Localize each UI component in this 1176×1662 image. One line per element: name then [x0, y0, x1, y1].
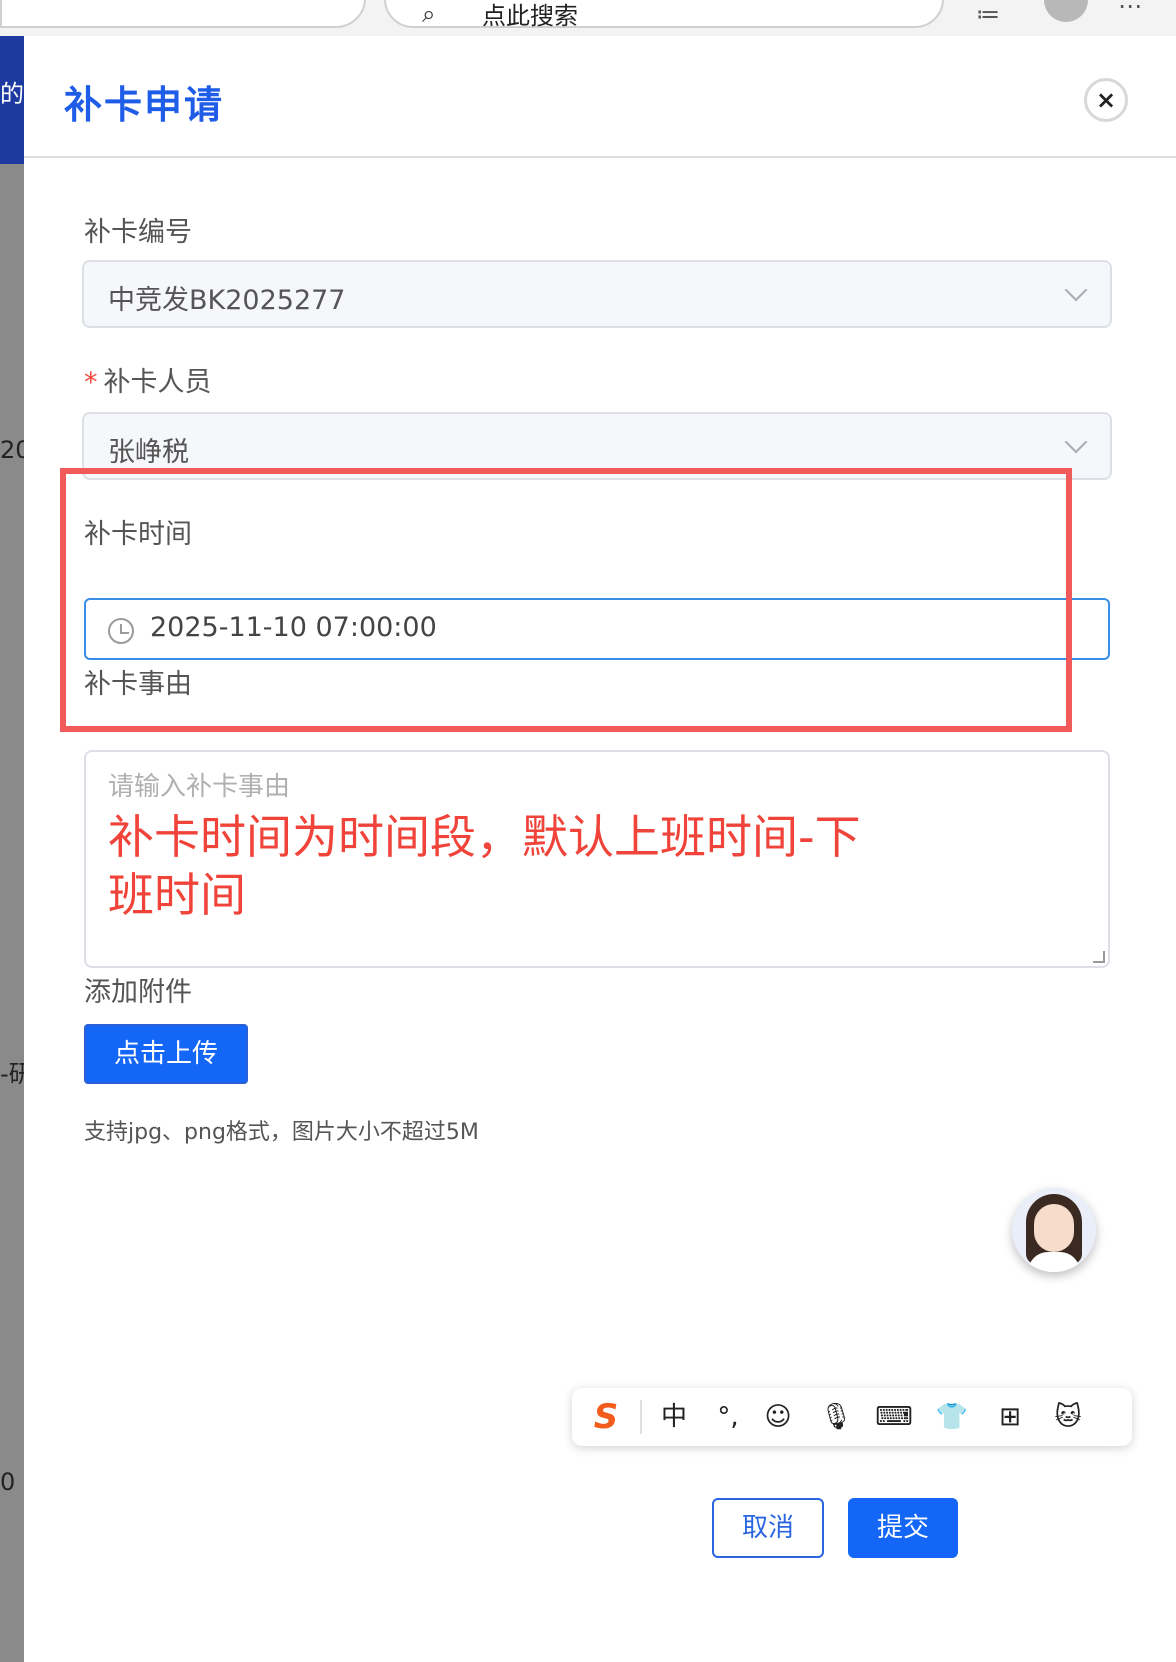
makeup-clockin-drawer: 补卡申请 × 补卡编号 中竞发BK2025277 * 补卡人员 张峥税 补卡时间 … [24, 38, 1176, 1662]
emoji-icon[interactable]: ☺ [758, 1398, 798, 1436]
person-label-text: 补卡人员 [103, 367, 212, 398]
highlight-box [60, 468, 1072, 732]
background-text: -研 [0, 1060, 24, 1088]
ime-toolbar: S 中 °, ☺ 🎙 ⌨ 👕 ⊞ 🐱 [572, 1388, 1132, 1446]
background-text: 的 [0, 80, 24, 108]
more-icon[interactable]: ⋯ [1110, 0, 1150, 24]
search-icon: ⌕ [422, 0, 436, 28]
skin-shirt-icon[interactable]: 👕 [932, 1398, 972, 1436]
browser-search-box[interactable]: ⌕ 点此搜索 [384, 0, 944, 30]
person-label: * 补卡人员 [84, 360, 212, 399]
address-bar[interactable]: ⚷ ☆ [0, 0, 366, 28]
annotation-text: 补卡时间为时间段，默认上班时间-下班时间 [108, 810, 861, 922]
browser-toolbar: ⚷ ☆ ⌕ 点此搜索 ≔ ⋯ [0, 0, 1176, 36]
attachment-label: 添加附件 [84, 977, 192, 1008]
ime-logo-icon[interactable]: S [586, 1398, 626, 1436]
number-label: 补卡编号 [84, 217, 192, 248]
star-icon[interactable]: ☆ [292, 0, 332, 2]
reason-placeholder: 请输入补卡事由 [108, 772, 291, 802]
key-icon[interactable]: ⚷ [226, 0, 266, 2]
upload-button[interactable]: 点击上传 [84, 1024, 248, 1084]
profile-avatar[interactable] [1044, 0, 1088, 22]
number-select[interactable]: 中竞发BK2025277 [82, 260, 1112, 328]
ime-divider [640, 1400, 642, 1434]
mascot-icon[interactable]: 🐱 [1048, 1398, 1088, 1436]
number-value: 中竞发BK2025277 [108, 285, 346, 316]
background-page: 的 20 -研 0 [0, 36, 24, 1662]
cancel-button[interactable]: 取消 [712, 1498, 824, 1558]
browser-search-text: 点此搜索 [482, 2, 578, 30]
background-text: 0 [0, 1468, 16, 1496]
submit-button[interactable]: 提交 [848, 1498, 958, 1558]
background-header: 的 [0, 36, 24, 164]
background-text: 20 [0, 436, 24, 464]
header-divider [24, 156, 1176, 158]
ime-punct-toggle[interactable]: °, [708, 1398, 748, 1436]
apps-grid-icon[interactable]: ⊞ [990, 1398, 1030, 1436]
ime-mode-toggle[interactable]: 中 [654, 1398, 694, 1436]
keyboard-icon[interactable]: ⌨ [874, 1398, 914, 1436]
close-button[interactable]: × [1084, 78, 1128, 122]
assistant-face [1034, 1204, 1074, 1252]
assistant-avatar[interactable] [1012, 1188, 1096, 1272]
chevron-down-icon [1064, 278, 1088, 302]
person-value: 张峥税 [108, 437, 189, 468]
required-mark: * [84, 367, 98, 398]
microphone-icon[interactable]: 🎙 [816, 1398, 856, 1436]
chevron-down-icon [1064, 430, 1088, 454]
upload-hint: 支持jpg、png格式，图片大小不超过5M [84, 1120, 479, 1145]
drawer-title: 补卡申请 [64, 83, 225, 127]
favorites-list-icon[interactable]: ≔ [968, 0, 1008, 32]
resize-handle[interactable] [1093, 951, 1105, 963]
